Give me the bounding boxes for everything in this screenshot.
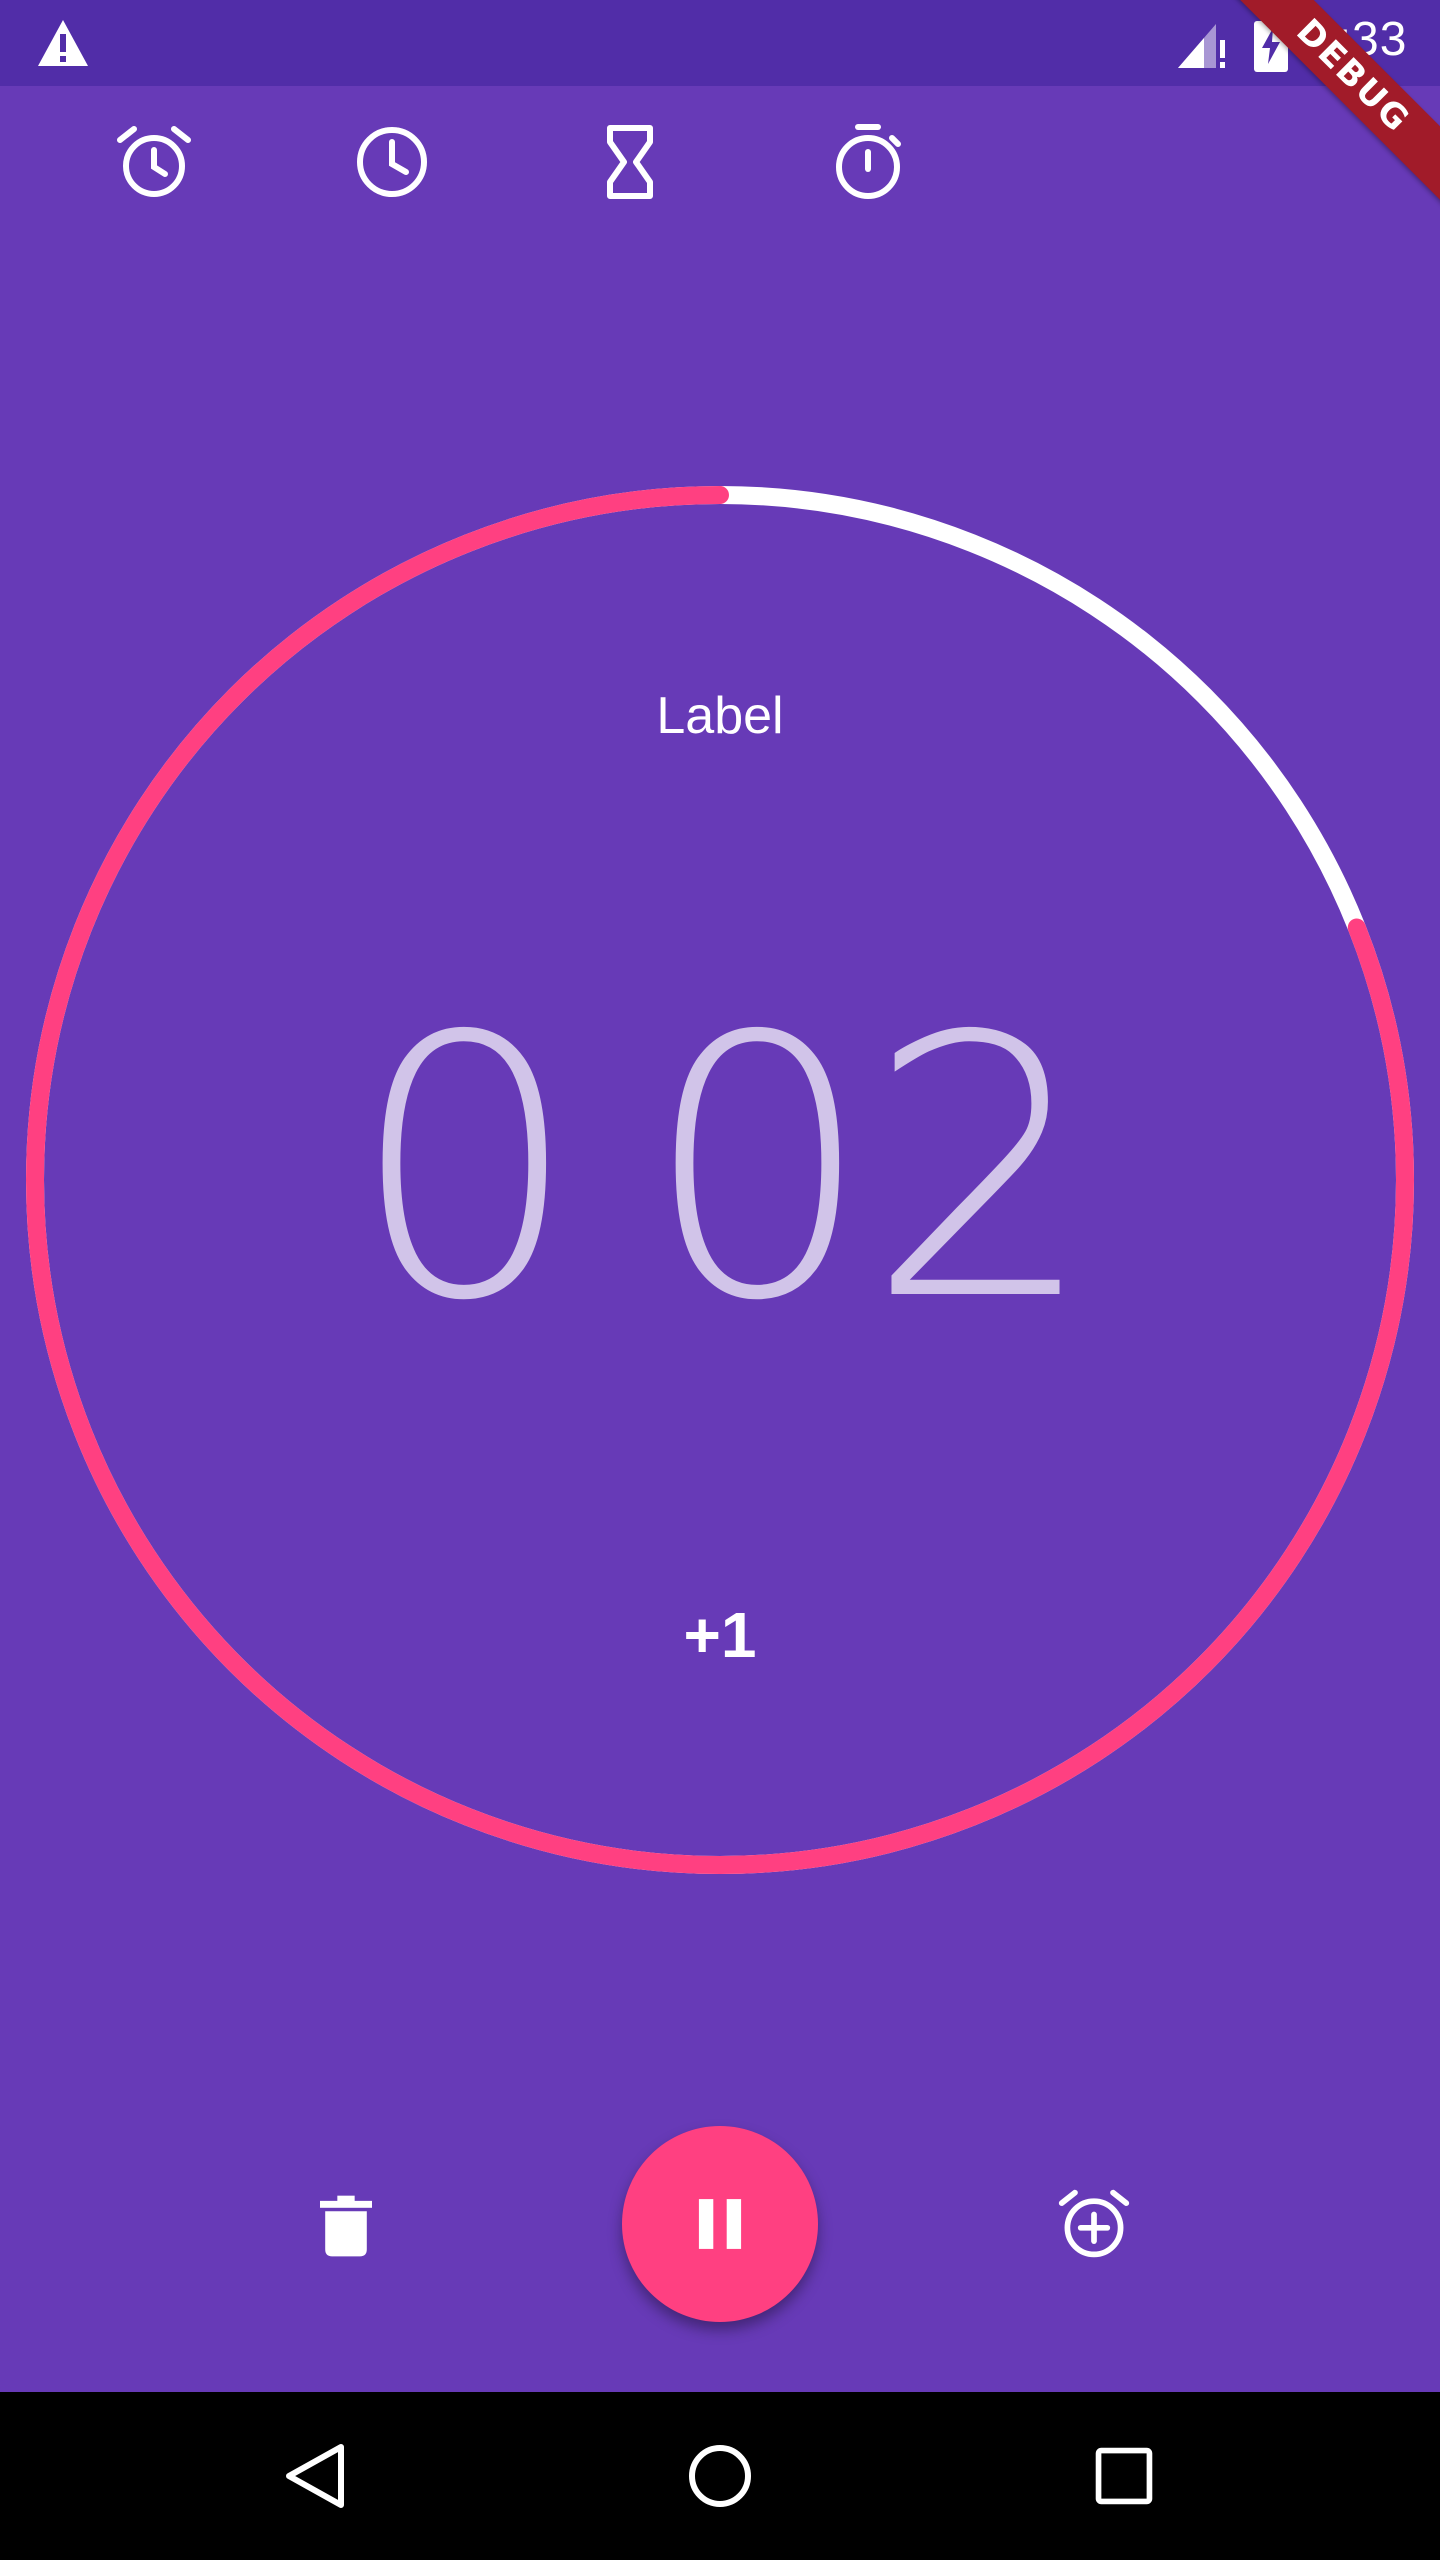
tab-clock[interactable] xyxy=(332,110,452,214)
status-bar: 2:33 xyxy=(0,0,1440,86)
timer-screen: 2:33 DEBUG Label 0 02 +1 xyxy=(0,0,1440,2560)
warning-icon xyxy=(38,20,88,66)
recents-icon xyxy=(1095,2447,1153,2505)
nav-back-button[interactable] xyxy=(266,2426,366,2526)
navigation-bar xyxy=(0,2392,1440,2560)
tab-alarm[interactable] xyxy=(94,110,214,214)
timer-label[interactable]: Label xyxy=(0,686,1440,746)
tab-timer[interactable] xyxy=(570,110,690,214)
tab-bar xyxy=(0,86,1440,226)
delete-button[interactable] xyxy=(296,2176,396,2276)
stopwatch-icon xyxy=(836,124,901,199)
tab-stopwatch[interactable] xyxy=(808,110,928,214)
clock-icon xyxy=(357,127,427,197)
add-alarm-icon xyxy=(1058,2189,1130,2258)
minutes-value: 0 xyxy=(350,960,579,1379)
pause-icon xyxy=(698,2199,742,2249)
nav-recents-button[interactable] xyxy=(1074,2426,1174,2526)
alarm-icon xyxy=(117,126,191,197)
time-display: 0 02 xyxy=(0,980,1440,1360)
delete-icon xyxy=(320,2195,372,2257)
hourglass-icon xyxy=(607,125,653,199)
signal-icon xyxy=(1178,24,1225,68)
add-minute-button[interactable]: +1 xyxy=(620,1590,820,1680)
add-timer-button[interactable] xyxy=(1044,2174,1144,2274)
home-icon xyxy=(689,2445,751,2507)
nav-home-button[interactable] xyxy=(670,2426,770,2526)
back-icon xyxy=(286,2444,344,2508)
pause-button[interactable] xyxy=(622,2126,818,2322)
seconds-value: 02 xyxy=(643,960,1095,1379)
